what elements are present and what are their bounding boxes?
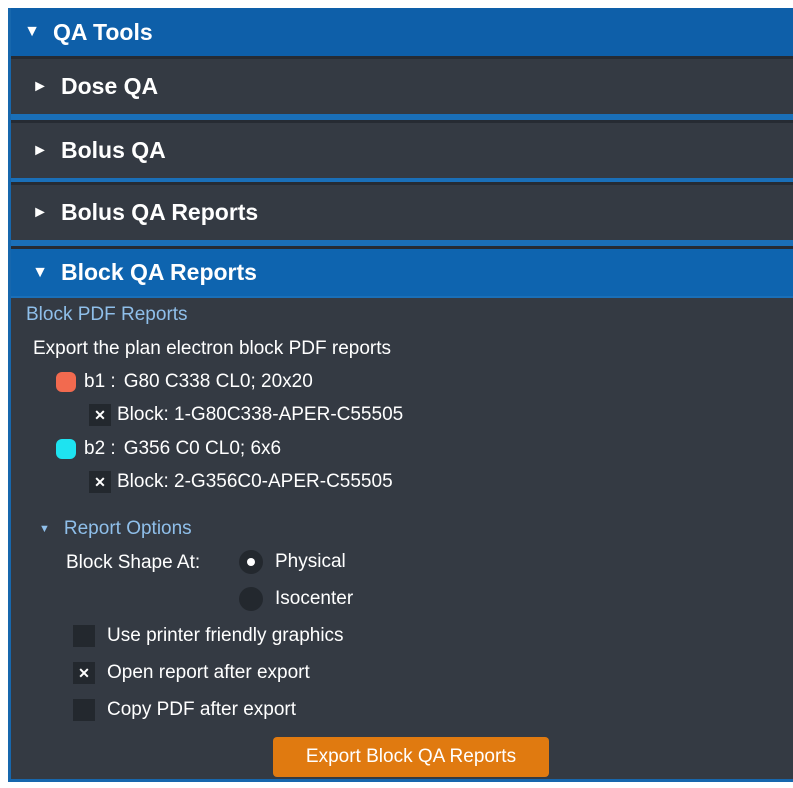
report-options-toggle[interactable]: ▼ Report Options	[39, 518, 192, 540]
block-shape-label: Block Shape At:	[66, 552, 201, 573]
radio-isocenter[interactable]: Isocenter	[239, 587, 353, 611]
expanded-arrow-icon: ▼	[39, 523, 50, 535]
qa-tools-header[interactable]: ▼ QA Tools	[11, 8, 793, 56]
beam-id: b2 :	[84, 438, 116, 459]
beam-detail: G356 C0 CL0; 6x6	[123, 438, 282, 459]
block-checkbox-b1[interactable]: ✕ Block: 1-G80C338-APER-C55505	[89, 404, 403, 426]
radio-selected-icon[interactable]	[239, 550, 263, 574]
checkbox-checked-icon[interactable]: ✕	[89, 404, 111, 426]
beam-color-swatch	[56, 372, 76, 392]
section-label: Bolus QA	[61, 137, 166, 163]
collapsed-arrow-icon: ►	[32, 141, 48, 159]
section-bolus-qa-reports[interactable]: ► Bolus QA Reports	[11, 182, 793, 240]
expanded-arrow-icon: ▼	[24, 23, 40, 40]
block-qa-description: Export the plan electron block PDF repor…	[33, 338, 392, 359]
checkbox-label: Open report after export	[107, 662, 310, 683]
beam-detail: G80 C338 CL0; 20x20	[123, 371, 313, 392]
checkbox-label: Use printer friendly graphics	[107, 625, 344, 646]
block-label: Block: 2-G356C0-APER-C55505	[117, 471, 393, 492]
block-pdf-reports-title: Block PDF Reports	[26, 304, 188, 325]
qa-tools-panel: ▼ QA Tools ► Dose QA ► Bolus QA ► Bolus …	[8, 8, 793, 782]
checkbox-checked-icon[interactable]: ✕	[73, 662, 95, 684]
checkbox-copy-pdf[interactable]: Copy PDF after export	[73, 699, 296, 721]
export-block-qa-reports-button[interactable]: Export Block QA Reports	[273, 737, 549, 777]
block-qa-content: Block PDF Reports Export the plan electr…	[11, 298, 793, 779]
section-dose-qa[interactable]: ► Dose QA	[11, 56, 793, 114]
radio-label: Physical	[275, 551, 346, 572]
checkbox-checked-icon[interactable]: ✕	[89, 471, 111, 493]
radio-unselected-icon[interactable]	[239, 587, 263, 611]
beam-row-b1: b1 : G80 C338 CL0; 20x20	[56, 371, 313, 393]
section-bolus-qa[interactable]: ► Bolus QA	[11, 120, 793, 178]
radio-label: Isocenter	[275, 588, 354, 609]
checkbox-label: Copy PDF after export	[107, 699, 297, 720]
collapsed-arrow-icon: ►	[32, 77, 48, 95]
block-label: Block: 1-G80C338-APER-C55505	[117, 404, 404, 425]
expanded-arrow-icon: ▼	[32, 263, 48, 281]
checkbox-empty-icon[interactable]	[73, 699, 95, 721]
section-label: Block QA Reports	[61, 259, 257, 285]
collapsed-arrow-icon: ►	[32, 203, 48, 221]
beam-color-swatch	[56, 439, 76, 459]
beam-id: b1 :	[84, 371, 116, 392]
radio-physical[interactable]: Physical	[239, 550, 346, 574]
block-checkbox-b2[interactable]: ✕ Block: 2-G356C0-APER-C55505	[89, 471, 393, 493]
section-block-qa-reports[interactable]: ▼ Block QA Reports	[11, 246, 793, 296]
panel-title: QA Tools	[53, 18, 153, 45]
report-options-title: Report Options	[63, 518, 192, 539]
section-label: Dose QA	[61, 73, 159, 99]
checkbox-open-report[interactable]: ✕ Open report after export	[73, 662, 310, 684]
section-label: Bolus QA Reports	[61, 199, 259, 225]
checkbox-printer-friendly[interactable]: Use printer friendly graphics	[73, 625, 344, 647]
beam-row-b2: b2 : G356 C0 CL0; 6x6	[56, 438, 281, 460]
checkbox-empty-icon[interactable]	[73, 625, 95, 647]
